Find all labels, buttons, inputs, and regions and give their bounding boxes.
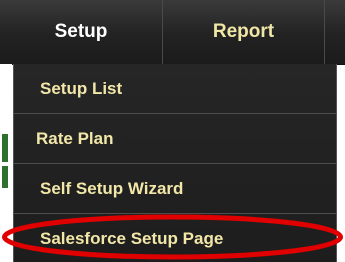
top-nav-bar: Setup Report: [0, 0, 345, 65]
tab-overflow[interactable]: [325, 0, 345, 64]
menu-item-label: Rate Plan: [36, 128, 114, 148]
menu-item-rate-plan[interactable]: Rate Plan: [14, 114, 336, 164]
tab-report-label: Report: [212, 21, 275, 42]
page-accent-mark: [2, 134, 8, 162]
app-screen: Setup Report Setup List Rate Plan Self S…: [0, 0, 345, 262]
setup-dropdown-menu: Setup List Rate Plan Self Setup Wizard S…: [13, 64, 337, 262]
menu-item-salesforce-setup-page[interactable]: Salesforce Setup Page: [14, 214, 336, 262]
page-accent-mark: [2, 166, 8, 188]
tab-setup-label: Setup: [54, 21, 108, 42]
menu-item-self-setup-wizard[interactable]: Self Setup Wizard: [14, 164, 336, 214]
menu-item-label: Self Setup Wizard: [40, 178, 184, 198]
menu-item-setup-list[interactable]: Setup List: [14, 64, 336, 114]
tab-report[interactable]: Report: [163, 0, 325, 64]
menu-item-label: Salesforce Setup Page: [40, 229, 224, 248]
tab-setup[interactable]: Setup: [0, 0, 163, 64]
menu-item-label: Setup List: [40, 78, 123, 98]
page-background-strip: [0, 64, 12, 262]
